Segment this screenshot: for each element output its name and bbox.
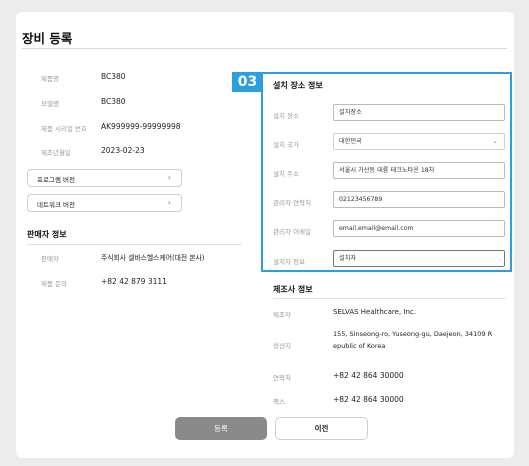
inquiry-value: +82 42 879 3111 bbox=[101, 277, 167, 286]
install-country-value: 대한민국 bbox=[339, 138, 362, 145]
install-place-label: 설치 장소 bbox=[273, 112, 299, 120]
installer-label: 설치자 정보 bbox=[273, 258, 305, 266]
seller-value: 주식회사 셀바스헬스케어(대전 본사) bbox=[101, 254, 205, 262]
install-country-select[interactable]: 대한민국 ⌄ bbox=[333, 133, 505, 150]
program-version-label: 프로그램 버전 bbox=[37, 176, 75, 184]
page-title: 장비 등록 bbox=[22, 31, 73, 46]
install-address-label: 설치 주소 bbox=[273, 170, 299, 178]
production-site-label: 생산지 bbox=[273, 342, 291, 350]
manufacturer-phone-label: 연락처 bbox=[273, 374, 291, 382]
serial-number-label: 제품 시리얼 번호 bbox=[41, 125, 87, 133]
step-badge: 03 bbox=[232, 72, 263, 92]
inquiry-label: 제품 문의 bbox=[41, 280, 67, 288]
submit-button[interactable]: 등록 bbox=[175, 417, 267, 440]
manager-email-input[interactable]: email.email@email.com bbox=[333, 220, 505, 237]
install-place-input[interactable]: 설치장소 bbox=[333, 104, 505, 121]
model-name-label: 모델명 bbox=[41, 100, 59, 108]
manager-email-label: 관리자 이메일 bbox=[273, 228, 311, 236]
production-site-line2: epublic of Korea bbox=[333, 342, 386, 350]
install-country-label: 설치 국가 bbox=[273, 141, 299, 149]
serial-number-value: AK999999-99999998 bbox=[101, 122, 181, 131]
product-name-label: 제품명 bbox=[41, 75, 59, 83]
chevron-right-icon: › bbox=[167, 198, 171, 207]
seller-label: 판매자 bbox=[41, 255, 59, 263]
title-divider bbox=[22, 48, 507, 49]
manager-phone-label: 관리자 연락처 bbox=[273, 199, 311, 207]
mfg-date-value: 2023-02-23 bbox=[101, 146, 145, 155]
maker-value: SELVAS Healthcare, Inc. bbox=[333, 308, 416, 316]
seller-section-title: 판매자 정보 bbox=[27, 230, 67, 239]
manager-phone-input[interactable]: 02123456789 bbox=[333, 191, 505, 208]
installer-input[interactable]: 설치자 bbox=[333, 250, 505, 267]
program-version-button[interactable]: 프로그램 버전 › bbox=[27, 169, 182, 187]
model-name-value: BC380 bbox=[101, 97, 126, 106]
install-section-title: 설치 장소 정보 bbox=[273, 81, 323, 90]
manufacturer-divider bbox=[273, 298, 506, 299]
network-version-button[interactable]: 네트워크 버전 › bbox=[27, 194, 182, 212]
mfg-date-label: 제조년월일 bbox=[41, 149, 71, 157]
maker-label: 제조자 bbox=[273, 311, 291, 319]
fax-label: 팩스 bbox=[273, 398, 285, 406]
seller-divider bbox=[27, 244, 242, 245]
manufacturer-phone-value: +82 42 864 30000 bbox=[333, 371, 404, 380]
fax-value: +82 42 864 30000 bbox=[333, 395, 404, 404]
product-name-value: BC380 bbox=[101, 72, 126, 81]
manufacturer-section-title: 제조사 정보 bbox=[273, 285, 313, 294]
network-version-label: 네트워크 버전 bbox=[37, 201, 75, 209]
prev-button[interactable]: 이전 bbox=[275, 417, 368, 440]
install-address-input[interactable]: 서울시 가산동 대륭 테크노타운 18차 bbox=[333, 162, 505, 179]
production-site-line1: 155, Sinseong-ro, Yuseong-gu, Daejeon, 3… bbox=[333, 330, 493, 338]
chevron-right-icon: › bbox=[167, 173, 171, 182]
chevron-down-icon: ⌄ bbox=[492, 137, 498, 145]
